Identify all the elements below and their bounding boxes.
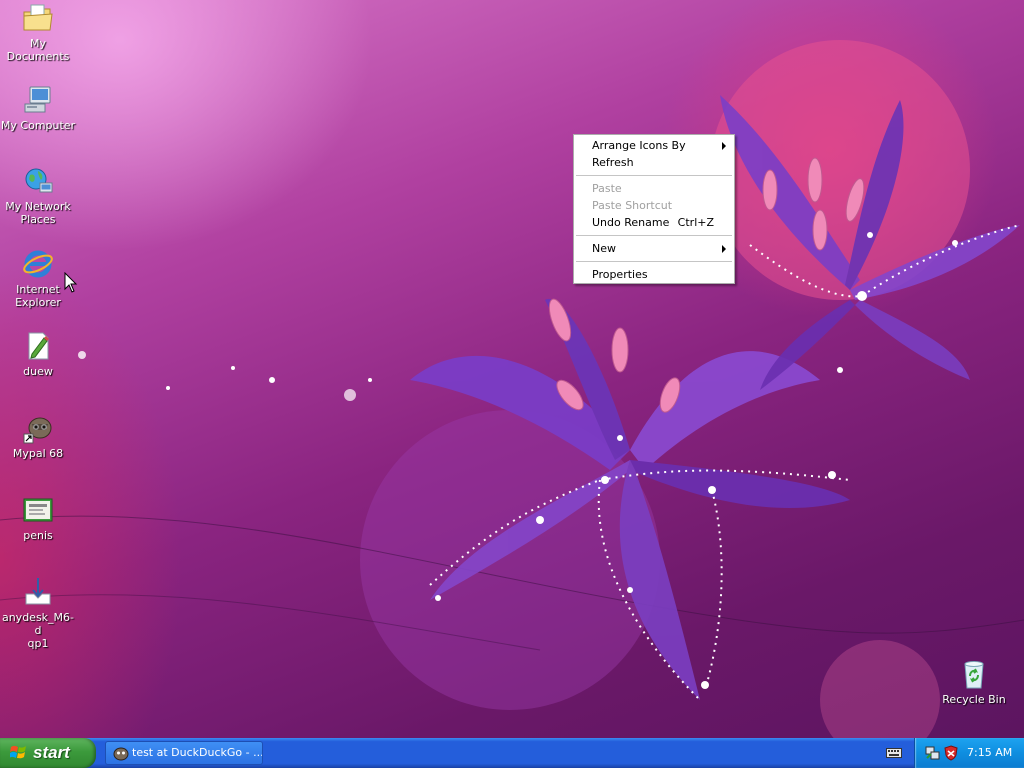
recycle-bin-icon bbox=[964, 661, 984, 689]
desktop-icon-label-line1: My Network bbox=[5, 200, 71, 213]
desktop-icon-label-line2: qp1 bbox=[27, 637, 49, 650]
mypal-browser-icon bbox=[113, 747, 129, 761]
folder-documents-icon bbox=[23, 4, 53, 31]
menu-item-label: Undo Rename bbox=[592, 216, 670, 229]
keyboard-icon[interactable] bbox=[886, 747, 902, 759]
system-tray: 7:15 AM bbox=[914, 738, 1024, 768]
taskbar-window-title: test at DuckDuckGo - ... bbox=[132, 746, 263, 759]
menu-item-label: Refresh bbox=[592, 156, 634, 169]
menu-separator bbox=[576, 261, 732, 262]
taskbar-clock[interactable]: 7:15 AM bbox=[967, 738, 1012, 768]
desktop-icon-my-network-places[interactable]: My Network Places bbox=[0, 165, 76, 226]
desktop-icon-penis[interactable]: penis bbox=[0, 494, 76, 542]
submenu-arrow-icon bbox=[722, 142, 726, 150]
desktop-icon-label: My Documents bbox=[6, 37, 70, 63]
menu-item-new[interactable]: New bbox=[574, 240, 734, 257]
network-tray-icon[interactable] bbox=[925, 745, 941, 761]
desktop-icon-label-line2: Places bbox=[20, 213, 56, 226]
start-button[interactable]: start bbox=[0, 738, 96, 768]
menu-item-arrange-icons-by[interactable]: Arrange Icons By bbox=[574, 137, 734, 154]
document-edit-icon bbox=[28, 332, 49, 360]
windows-logo-icon bbox=[10, 745, 26, 759]
menu-item-undo-rename[interactable]: Undo Rename Ctrl+Z bbox=[574, 214, 734, 231]
certificate-image-icon bbox=[23, 498, 53, 522]
menu-separator bbox=[576, 235, 732, 236]
desktop-icon-label: duew bbox=[23, 365, 53, 378]
desktop-icon-label: Recycle Bin bbox=[942, 693, 1006, 706]
menu-item-label: Paste bbox=[592, 182, 622, 195]
menu-item-paste[interactable]: Paste bbox=[574, 180, 734, 197]
menu-item-label: Paste Shortcut bbox=[592, 199, 673, 212]
taskbar-window-button[interactable]: test at DuckDuckGo - ... bbox=[105, 741, 263, 765]
desktop-icon-anydesk[interactable]: anydesk_M6-d qp1 bbox=[0, 576, 76, 650]
download-file-icon bbox=[25, 578, 51, 605]
desktop-icon-label-line1: anydesk_M6-d bbox=[1, 611, 75, 637]
internet-explorer-icon bbox=[23, 250, 53, 278]
menu-separator bbox=[576, 175, 732, 176]
network-places-icon bbox=[25, 168, 53, 193]
mouse-cursor-icon bbox=[64, 272, 78, 293]
desktop-icon-recycle-bin[interactable]: Recycle Bin bbox=[936, 658, 1012, 706]
security-shield-icon[interactable] bbox=[943, 745, 959, 761]
submenu-arrow-icon bbox=[722, 245, 726, 253]
menu-item-label: Arrange Icons By bbox=[592, 139, 686, 152]
computer-icon bbox=[24, 86, 51, 113]
menu-item-label: Properties bbox=[592, 268, 648, 281]
desktop[interactable]: My Documents My Computer My Network Plac… bbox=[0, 0, 1024, 738]
desktop-context-menu: Arrange Icons By Refresh Paste Paste Sho… bbox=[573, 134, 735, 284]
desktop-icon-label: My Computer bbox=[0, 119, 76, 132]
menu-item-shortcut: Ctrl+Z bbox=[677, 216, 714, 229]
desktop-icon-mypal[interactable]: Mypal 68 bbox=[0, 412, 76, 460]
menu-item-properties[interactable]: Properties bbox=[574, 266, 734, 283]
mypal-shortcut-icon bbox=[23, 417, 52, 444]
start-label: start bbox=[33, 743, 70, 762]
desktop-icon-my-computer[interactable]: My Computer bbox=[0, 84, 76, 132]
desktop-icon-duew[interactable]: duew bbox=[0, 330, 76, 378]
menu-item-label: New bbox=[592, 242, 616, 255]
desktop-icon-label: Mypal 68 bbox=[12, 447, 64, 460]
wallpaper bbox=[0, 40, 1024, 738]
desktop-icon-label: penis bbox=[23, 529, 53, 542]
menu-item-refresh[interactable]: Refresh bbox=[574, 154, 734, 171]
desktop-icon-label-line2: Explorer bbox=[15, 296, 61, 309]
taskbar: start test at DuckDuckGo - ... 7:15 AM bbox=[0, 738, 1024, 768]
menu-item-paste-shortcut[interactable]: Paste Shortcut bbox=[574, 197, 734, 214]
desktop-icon-my-documents[interactable]: My Documents bbox=[0, 2, 76, 63]
